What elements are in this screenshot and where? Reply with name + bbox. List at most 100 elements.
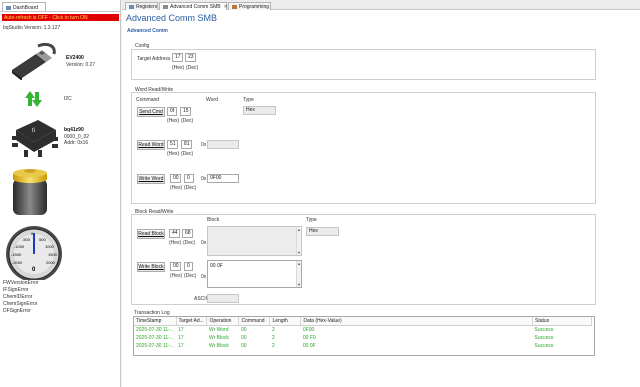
write-word-dec-input[interactable]: 0 bbox=[184, 174, 194, 183]
cell: 00 bbox=[240, 334, 247, 341]
cell: 2025-07-30 11-... bbox=[136, 342, 174, 349]
gauge-tick-label: -1000 bbox=[14, 244, 25, 249]
hex-prefix: 0x bbox=[201, 240, 207, 246]
dec-unit: (Dec) bbox=[184, 185, 197, 191]
write-word-hex-input[interactable]: 00 bbox=[170, 174, 181, 183]
scrollbar[interactable]: ▲ ▼ bbox=[296, 261, 301, 287]
hex-prefix: 0x bbox=[201, 176, 207, 182]
read-block-dec-input[interactable]: 68 bbox=[182, 229, 193, 238]
cell: 00 bbox=[240, 326, 247, 333]
write-block-button[interactable]: Write Block bbox=[137, 262, 165, 272]
cell: Success bbox=[534, 334, 554, 341]
scroll-up-icon[interactable]: ▲ bbox=[297, 261, 301, 266]
scrollbar[interactable]: ▲ ▼ bbox=[296, 227, 301, 255]
read-word-hex-input[interactable]: 51 bbox=[167, 140, 178, 149]
write-word-value-input[interactable]: 0F00 bbox=[207, 174, 239, 183]
advanced-comm-icon bbox=[163, 4, 168, 9]
ascii-label: ASCII bbox=[194, 296, 208, 302]
dashboard-icon bbox=[6, 5, 11, 10]
transaction-log-table: TimeStamp Target Ad... Operation Command… bbox=[134, 317, 592, 350]
read-word-dec-input[interactable]: 81 bbox=[181, 140, 192, 149]
col-data[interactable]: Data (Hex-Value) bbox=[300, 317, 534, 326]
svg-text:ti: ti bbox=[32, 128, 35, 134]
col-status[interactable]: Status bbox=[532, 317, 592, 326]
tab-advanced-comm-smb[interactable]: Advanced Comm SMB ✕ bbox=[159, 2, 228, 10]
ev-name: EV2400 bbox=[66, 55, 84, 61]
scroll-up-icon[interactable]: ▲ bbox=[297, 227, 301, 232]
error-item: ChemSignError bbox=[3, 301, 38, 307]
scroll-down-icon[interactable]: ▼ bbox=[297, 282, 301, 287]
read-word-value bbox=[207, 140, 239, 149]
gauge-tick-label: -500 bbox=[22, 237, 31, 242]
tab-bar: Registers Advanced Comm SMB ✕ Programming bbox=[122, 0, 640, 10]
dec-unit: (Dec) bbox=[181, 118, 194, 124]
divider bbox=[0, 11, 121, 12]
cell: 17 bbox=[178, 326, 184, 333]
gauge-tick-label: -1500 bbox=[11, 252, 22, 257]
cell: 2 bbox=[271, 342, 275, 349]
col-command[interactable]: Command bbox=[238, 317, 271, 326]
auto-refresh-toggle[interactable]: Auto-refresh is OFF - Click to turn ON bbox=[2, 14, 119, 21]
cell: Success bbox=[534, 326, 554, 333]
dec-unit: (Dec) bbox=[184, 273, 197, 279]
target-address-dec-input[interactable]: 23 bbox=[185, 53, 196, 62]
cell: 2 bbox=[271, 334, 275, 341]
write-block-dec-input[interactable]: 0 bbox=[184, 262, 193, 271]
cell: Wr Block bbox=[208, 334, 229, 341]
tab-registers[interactable]: Registers bbox=[125, 2, 158, 10]
block-type-select[interactable]: Hex bbox=[306, 227, 339, 236]
table-row[interactable]: 2025-07-30 11-... 17 Wr Block 00 2 00 0F… bbox=[134, 342, 592, 350]
target-address-hex-input[interactable]: 17 bbox=[172, 53, 183, 62]
word-command-header: Command bbox=[136, 97, 160, 103]
gauge-tick-label: 500 bbox=[39, 237, 46, 242]
dashboard-tab[interactable]: DashBoard bbox=[2, 2, 46, 11]
table-row[interactable]: 2025-07-30 11-... 17 Wr Block 00 2 00 F0… bbox=[134, 334, 592, 342]
target-address-label: Target Address bbox=[137, 56, 171, 62]
chip-icon: ti bbox=[12, 120, 58, 157]
error-item: ChemIDError bbox=[3, 294, 33, 300]
col-operation[interactable]: Operation bbox=[206, 317, 240, 326]
col-target-address[interactable]: Target Ad... bbox=[176, 317, 208, 326]
write-block-value-input[interactable]: 00 0F ▲ ▼ bbox=[207, 260, 302, 288]
tab-programming[interactable]: Programming bbox=[228, 2, 271, 10]
col-length[interactable]: Length bbox=[269, 317, 302, 326]
cell: 2025-07-30 11-... bbox=[136, 334, 174, 341]
cell: 00 bbox=[240, 342, 247, 349]
col-timestamp[interactable]: TimeStamp bbox=[134, 317, 177, 326]
read-block-hex-input[interactable]: 44 bbox=[169, 229, 180, 238]
gauge-tick-label: 1000 bbox=[45, 244, 55, 249]
hex-unit: (Hex) bbox=[170, 185, 183, 191]
hex-unit: (Hex) bbox=[167, 118, 180, 124]
communication-arrows-icon bbox=[25, 91, 42, 107]
section-title: Advanced Comm bbox=[127, 28, 168, 34]
write-block-hex-input[interactable]: 00 bbox=[170, 262, 181, 271]
write-word-button[interactable]: Write Word bbox=[137, 174, 165, 184]
dec-unit: (Dec) bbox=[186, 65, 199, 71]
send-cmd-button[interactable]: Send Cmd bbox=[137, 107, 165, 117]
read-block-button[interactable]: Read Block bbox=[137, 229, 165, 239]
word-type-select[interactable]: Hex bbox=[243, 106, 276, 115]
read-word-button[interactable]: Read Word bbox=[137, 140, 165, 150]
hex-prefix: 0x bbox=[201, 274, 207, 280]
send-cmd-dec-input[interactable]: 15 bbox=[180, 107, 191, 116]
registers-icon bbox=[129, 4, 134, 9]
programming-icon bbox=[232, 4, 237, 9]
config-group bbox=[131, 49, 596, 80]
table-row[interactable]: 2025-07-30 11-... 17 Wr Word 00 2 0F00 S… bbox=[134, 326, 592, 334]
bqstudio-version: bqStudio Version: 1.3.127 bbox=[3, 25, 61, 31]
dec-unit: (Dec) bbox=[183, 240, 196, 246]
hex-unit: (Hex) bbox=[167, 151, 180, 157]
write-block-text: 00 0F bbox=[210, 263, 223, 269]
device-name: bq41z90 bbox=[64, 127, 84, 133]
send-cmd-hex-input[interactable]: 0f bbox=[167, 107, 177, 116]
device-address: Addr: 0x16 bbox=[64, 140, 89, 146]
cell: 00 0F bbox=[302, 342, 316, 349]
cell: 17 bbox=[178, 342, 184, 349]
hex-unit: (Hex) bbox=[170, 273, 183, 279]
block-type-header: Type bbox=[306, 217, 317, 223]
error-item: IFSignError bbox=[3, 287, 29, 293]
gauge-tick-label: 1500 bbox=[48, 252, 58, 257]
cell: Wr Word bbox=[208, 326, 229, 333]
scroll-down-icon[interactable]: ▼ bbox=[297, 250, 301, 255]
battery-icon bbox=[13, 169, 47, 215]
